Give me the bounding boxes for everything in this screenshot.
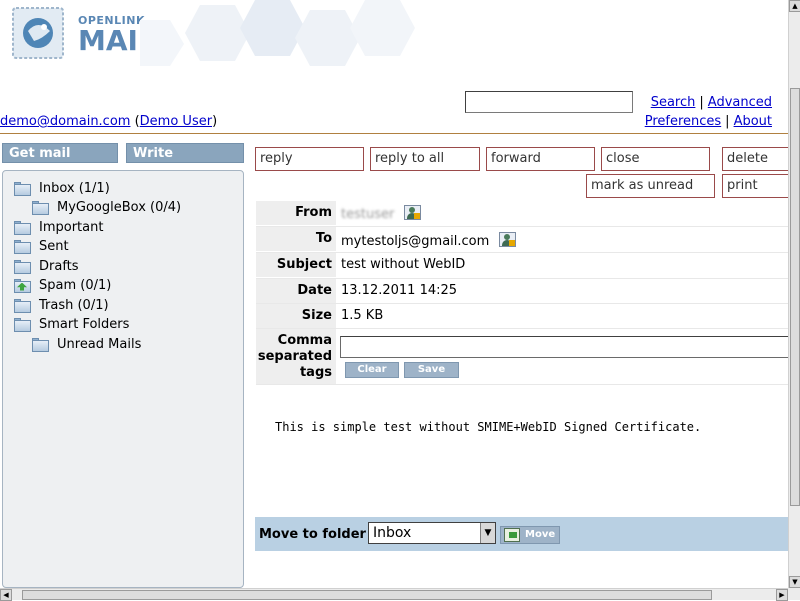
folder-label: Drafts [39, 259, 79, 274]
folder-smart-folders[interactable]: Smart Folders [14, 317, 129, 332]
header-divider [0, 133, 788, 134]
forward-button[interactable]: forward [486, 147, 595, 171]
folder-mygooglebox[interactable]: MyGoogleBox (0/4) [32, 200, 181, 215]
delete-button[interactable]: delete [722, 147, 788, 171]
folder-important[interactable]: Important [14, 220, 103, 235]
preferences-link[interactable]: Preferences [645, 114, 721, 129]
folder-label: Smart Folders [39, 317, 130, 332]
folder-icon [14, 259, 31, 274]
save-tags-button[interactable]: Save [404, 362, 459, 378]
tags-label: Comma separated tags [256, 329, 336, 384]
close-button[interactable]: close [601, 147, 710, 171]
scroll-up-icon[interactable]: ▲ [789, 0, 800, 12]
subject-value: test without WebID [341, 257, 466, 272]
folder-spam[interactable]: Spam (0/1) [14, 278, 111, 293]
vertical-scrollbar[interactable]: ▲ ▼ [788, 0, 800, 588]
scrollbar-corner [788, 588, 800, 600]
chevron-down-icon[interactable]: ▼ [480, 523, 495, 543]
from-value: testuser [341, 205, 422, 222]
folder-tree: Inbox (1/1) MyGoogleBox (0/4) Important … [2, 170, 244, 588]
folder-icon [14, 298, 31, 313]
from-label: From [256, 201, 336, 225]
recipient-email: mytestoljs@gmail.com [341, 234, 490, 249]
folder-icon [14, 181, 31, 196]
folder-label: Trash (0/1) [39, 298, 109, 313]
move-button[interactable]: Move [500, 526, 560, 544]
horizontal-scroll-thumb[interactable] [22, 590, 712, 600]
about-link[interactable]: About [734, 114, 772, 129]
folder-unread-mails[interactable]: Unread Mails [32, 337, 141, 352]
top-links-secondary: Preferences | About [644, 114, 772, 129]
to-value: mytestoljs@gmail.com [341, 232, 517, 249]
scroll-down-icon[interactable]: ▼ [789, 576, 800, 588]
write-button[interactable]: Write [126, 143, 244, 163]
scroll-right-icon[interactable]: ▶ [776, 589, 788, 601]
app-logo: OPENLINK MAIL [10, 4, 156, 62]
size-label: Size [256, 304, 336, 328]
horizontal-scrollbar[interactable]: ◀ ▶ [0, 588, 788, 601]
user-name-link[interactable]: Demo User [140, 114, 212, 129]
add-contact-icon[interactable] [499, 232, 517, 247]
advanced-search-link[interactable]: Advanced [708, 95, 772, 110]
to-label: To [256, 227, 336, 251]
subject-label: Subject [256, 253, 336, 277]
folder-inbox[interactable]: Inbox (1/1) [14, 181, 110, 196]
vertical-scroll-thumb[interactable] [790, 88, 800, 506]
add-contact-icon[interactable] [404, 205, 422, 220]
move-button-label: Move [525, 529, 556, 540]
user-info: demo@domain.com (Demo User) [0, 114, 218, 129]
date-value: 13.12.2011 14:25 [341, 283, 458, 298]
reply-all-button[interactable]: reply to all [370, 147, 480, 171]
sender-name: testuser [341, 207, 395, 222]
folder-trash[interactable]: Trash (0/1) [14, 298, 109, 313]
message-body: This is simple test without SMIME+WebID … [275, 420, 702, 434]
folder-label: Important [39, 220, 104, 235]
folder-drafts[interactable]: Drafts [14, 259, 79, 274]
folder-icon [14, 239, 31, 254]
folder-icon [14, 317, 31, 332]
reply-button[interactable]: reply [255, 147, 364, 171]
spam-folder-icon [14, 278, 31, 293]
move-label: Move to folder [259, 527, 366, 542]
scroll-left-icon[interactable]: ◀ [0, 589, 12, 601]
top-links: Search | Advanced [650, 95, 772, 110]
header-hexagon-decoration [140, 0, 415, 66]
folder-select-value: Inbox [373, 525, 412, 541]
mark-unread-button[interactable]: mark as unread [586, 174, 715, 198]
folder-label: Sent [39, 239, 69, 254]
folder-select[interactable]: Inbox ▼ [368, 522, 496, 544]
row-divider [256, 384, 788, 385]
folder-label: Spam (0/1) [39, 278, 112, 293]
move-icon [504, 528, 520, 542]
folder-label: MyGoogleBox (0/4) [57, 200, 182, 215]
search-link[interactable]: Search [651, 95, 696, 110]
tags-input[interactable] [340, 336, 792, 358]
date-label: Date [256, 279, 336, 303]
clear-tags-button[interactable]: Clear [345, 362, 399, 378]
folder-label: Inbox (1/1) [39, 181, 110, 196]
folder-sent[interactable]: Sent [14, 239, 69, 254]
search-input[interactable] [465, 91, 633, 113]
print-button[interactable]: print [722, 174, 788, 198]
mail-stamp-icon [12, 7, 64, 59]
folder-icon [14, 220, 31, 235]
move-to-folder-bar: Move to folder Inbox ▼ Move [255, 517, 788, 551]
folder-icon [32, 337, 49, 352]
get-mail-button[interactable]: Get mail [2, 143, 118, 163]
size-value: 1.5 KB [341, 308, 384, 323]
folder-label: Unread Mails [57, 337, 142, 352]
folder-icon [32, 200, 49, 215]
user-email-link[interactable]: demo@domain.com [0, 114, 130, 129]
